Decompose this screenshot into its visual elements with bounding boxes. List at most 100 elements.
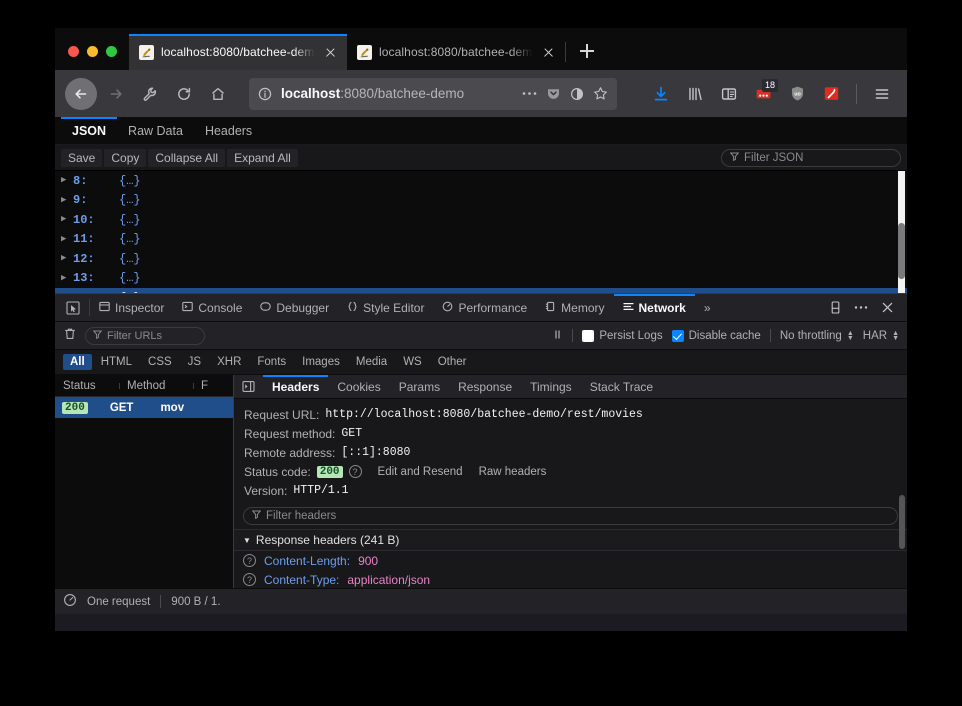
json-row[interactable]: ▶ 10: {…} — [55, 210, 907, 230]
url-input[interactable]: localhost:8080/batchee-demo — [281, 86, 513, 101]
browser-tab-1[interactable]: localhost:8080/batchee-demo/ — [129, 34, 347, 70]
reader-mode-icon[interactable] — [570, 87, 584, 101]
har-export-button[interactable]: HAR ▲ ▼ — [863, 330, 899, 342]
headers-filter-input[interactable]: Filter headers — [243, 507, 898, 525]
type-filter-css[interactable]: CSS — [141, 354, 179, 370]
json-row[interactable]: ▶ 8: {…} — [55, 171, 907, 191]
new-tab-button[interactable] — [572, 36, 602, 66]
save-button[interactable]: Save — [61, 148, 103, 167]
request-row[interactable]: 200 GET mov — [55, 397, 233, 418]
close-tab-button[interactable] — [322, 44, 339, 61]
expand-triangle-icon[interactable]: ▶ — [61, 234, 73, 244]
detail-tab-headers[interactable]: Headers — [263, 375, 329, 398]
detail-tab-cookies[interactable]: Cookies — [328, 375, 389, 398]
copy-button[interactable]: Copy — [104, 148, 147, 167]
meatball-menu-icon[interactable] — [849, 296, 873, 320]
ellipsis-icon[interactable] — [522, 91, 537, 96]
detail-tab-params[interactable]: Params — [390, 375, 449, 398]
app-menu-icon[interactable] — [867, 79, 897, 109]
network-status-icon[interactable] — [63, 593, 77, 610]
expand-triangle-icon[interactable]: ▶ — [61, 176, 73, 185]
column-header-method[interactable]: Method — [119, 380, 193, 392]
library-icon[interactable] — [680, 79, 710, 109]
tab-style-editor[interactable]: Style Editor — [338, 294, 433, 321]
close-icon[interactable] — [875, 296, 899, 320]
expand-triangle-icon[interactable]: ▶ — [61, 254, 73, 263]
wrench-icon[interactable] — [135, 79, 165, 109]
detail-tab-stack-trace[interactable]: Stack Trace — [581, 375, 662, 398]
tab-network[interactable]: Network — [613, 294, 696, 321]
devtools-overflow-button[interactable]: » — [695, 294, 720, 321]
json-filter-input[interactable]: Filter JSON — [721, 148, 901, 167]
json-row-selected[interactable]: ▶ 14: {…} — [55, 288, 907, 293]
header-row[interactable]: ? Content-Type: application/json — [234, 570, 907, 588]
pocket-icon[interactable] — [546, 86, 561, 101]
header-row[interactable]: ? Content-Length: 900 — [234, 551, 907, 570]
column-header-file[interactable]: F — [193, 380, 233, 392]
element-picker-icon[interactable] — [55, 294, 89, 321]
collapse-all-button[interactable]: Collapse All — [148, 148, 226, 167]
expand-all-button[interactable]: Expand All — [227, 148, 298, 167]
type-filter-media[interactable]: Media — [349, 354, 394, 370]
zoom-window-button[interactable] — [106, 46, 117, 57]
expand-triangle-icon[interactable]: ▶ — [61, 215, 73, 224]
trash-icon[interactable] — [63, 327, 77, 344]
json-row[interactable]: ▶ 12: {…} — [55, 249, 907, 269]
page-info-icon[interactable] — [258, 87, 272, 101]
tab-memory[interactable]: Memory — [536, 294, 613, 321]
type-filter-ws[interactable]: WS — [396, 354, 429, 370]
close-window-button[interactable] — [68, 46, 79, 57]
detail-collapse-icon[interactable] — [234, 375, 263, 398]
detail-scrollbar-thumb[interactable] — [899, 495, 905, 549]
extension-red-icon[interactable]: 18 — [748, 78, 778, 109]
type-filter-images[interactable]: Images — [295, 354, 347, 370]
persist-logs-checkbox[interactable]: Persist Logs — [582, 329, 663, 342]
pause-icon[interactable] — [552, 329, 563, 343]
type-filter-html[interactable]: HTML — [94, 354, 139, 370]
json-scrollbar-thumb[interactable] — [898, 223, 905, 279]
detail-tab-timings[interactable]: Timings — [521, 375, 581, 398]
tab-json[interactable]: JSON — [61, 117, 118, 144]
tab-console[interactable]: Console — [173, 294, 251, 321]
help-icon[interactable]: ? — [348, 465, 362, 478]
magic-wand-extension-icon[interactable] — [816, 79, 846, 109]
sidebar-icon[interactable] — [714, 79, 744, 109]
column-header-status[interactable]: Status — [55, 380, 119, 392]
json-row[interactable]: ▶ 13: {…} — [55, 269, 907, 289]
reload-button[interactable] — [169, 79, 199, 109]
disable-cache-checkbox[interactable]: Disable cache — [671, 329, 761, 342]
detail-tab-response[interactable]: Response — [449, 375, 521, 398]
minimize-window-button[interactable] — [87, 46, 98, 57]
ublock-origin-icon[interactable]: uo — [782, 79, 812, 109]
home-button[interactable] — [203, 79, 233, 109]
tab-raw-data[interactable]: Raw Data — [117, 117, 194, 144]
expand-triangle-icon[interactable]: ▶ — [61, 195, 73, 205]
raw-headers-button[interactable]: Raw headers — [479, 466, 547, 478]
address-bar[interactable]: localhost:8080/batchee-demo — [249, 77, 617, 110]
type-filter-other[interactable]: Other — [431, 354, 474, 370]
tab-debugger[interactable]: Debugger — [251, 294, 338, 321]
browser-tab-2[interactable]: localhost:8080/batchee-demo/ — [347, 34, 565, 70]
expand-triangle-icon[interactable]: ▶ — [61, 273, 73, 283]
json-row[interactable]: ▶ 9: {…} — [55, 191, 907, 211]
close-tab-button[interactable] — [540, 44, 557, 61]
dock-icon[interactable] — [823, 296, 847, 320]
tab-performance[interactable]: Performance — [433, 294, 536, 321]
edit-and-resend-button[interactable]: Edit and Resend — [378, 466, 463, 478]
star-icon[interactable] — [593, 86, 608, 101]
type-filter-js[interactable]: JS — [181, 354, 208, 370]
downloads-icon[interactable] — [646, 79, 676, 109]
help-icon[interactable]: ? — [243, 573, 256, 586]
help-icon[interactable]: ? — [243, 554, 256, 567]
type-filter-xhr[interactable]: XHR — [210, 354, 248, 370]
tab-headers[interactable]: Headers — [194, 117, 263, 144]
back-button[interactable] — [65, 77, 97, 110]
tab-inspector[interactable]: Inspector — [90, 294, 173, 321]
throttling-select[interactable]: No throttling ▲ ▼ — [780, 330, 854, 342]
forward-button[interactable] — [101, 79, 131, 109]
type-filter-fonts[interactable]: Fonts — [250, 354, 293, 370]
network-filter-input[interactable]: Filter URLs — [85, 326, 205, 345]
json-row[interactable]: ▶ 11: {…} — [55, 230, 907, 250]
response-headers-section[interactable]: ▼ Response headers (241 B) — [234, 529, 907, 551]
type-filter-all[interactable]: All — [63, 354, 92, 370]
